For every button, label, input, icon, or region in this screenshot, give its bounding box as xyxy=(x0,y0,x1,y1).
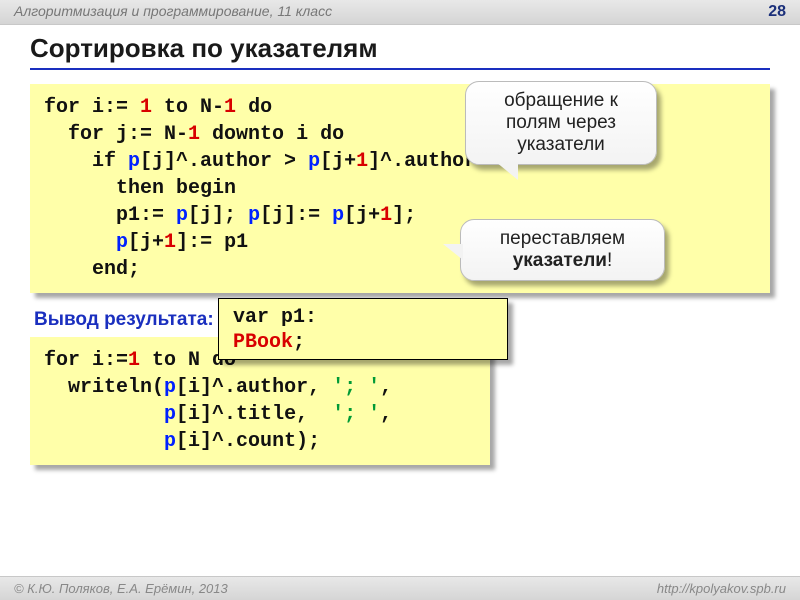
code-text: [j+ xyxy=(344,204,380,227)
code-text: ]; xyxy=(392,204,416,227)
code-text: writeln( xyxy=(44,376,164,399)
code-number: 1 xyxy=(128,349,140,372)
code-text: ]^.author xyxy=(368,150,476,173)
callout-text: полям через xyxy=(506,112,616,133)
page-number: 28 xyxy=(768,3,786,21)
code-ident: p xyxy=(164,376,176,399)
code-number: 1 xyxy=(188,123,200,146)
code-text xyxy=(44,403,164,426)
code-ident: p xyxy=(308,150,320,173)
code-text: [j]^.author > xyxy=(140,150,308,173)
code-text: downto i do xyxy=(200,123,344,146)
header-bar: Алгоритмизация и программирование, 11 кл… xyxy=(0,0,800,25)
footer-bar: © К.Ю. Поляков, Е.А. Ерёмин, 2013 http:/… xyxy=(0,576,800,600)
code-number: 1 xyxy=(224,96,236,119)
code-ident: p xyxy=(164,430,176,453)
code-ident: p xyxy=(248,204,260,227)
code-number: 1 xyxy=(164,231,176,254)
footer-url: http://kpolyakov.spb.ru xyxy=(657,581,786,596)
code-text: , xyxy=(380,376,392,399)
code-text: p1:= xyxy=(44,204,176,227)
course-label: Алгоритмизация и программирование, 11 кл… xyxy=(14,3,332,21)
code-number: 1 xyxy=(140,96,152,119)
code-text: for i:= xyxy=(44,96,140,119)
code-number: 1 xyxy=(380,204,392,227)
callout-text-bold: указатели xyxy=(513,250,607,271)
code-text: [j]:= xyxy=(260,204,332,227)
callout-text: указатели xyxy=(517,134,605,155)
copyright: © К.Ю. Поляков, Е.А. Ерёмин, 2013 xyxy=(14,581,228,596)
code-text: [i]^.title, xyxy=(176,403,332,426)
code-text: ]:= p1 xyxy=(176,231,248,254)
code-string: '; ' xyxy=(332,376,380,399)
code-text: , xyxy=(380,403,392,426)
code-text: end; xyxy=(44,258,140,281)
code-text: if xyxy=(44,150,128,173)
code-text: then begin xyxy=(44,177,236,200)
code-number: 1 xyxy=(356,150,368,173)
code-ident: p xyxy=(332,204,344,227)
code-text: var xyxy=(233,306,281,329)
code-type: PBook xyxy=(233,331,293,354)
code-string: '; ' xyxy=(332,403,380,426)
code-ident: p xyxy=(176,204,188,227)
code-text xyxy=(44,231,116,254)
callout-field-access: обращение к полям через указатели xyxy=(465,81,657,165)
callout-text: обращение к xyxy=(504,90,618,111)
code-text: [j+ xyxy=(320,150,356,173)
code-text: [i]^.author, xyxy=(176,376,332,399)
page-title: Сортировка по указателям xyxy=(30,33,770,70)
code-text: ; xyxy=(293,331,305,354)
code-box-var: var p1: PBook; xyxy=(218,298,508,360)
code-text: do xyxy=(236,96,272,119)
code-text: p1: xyxy=(281,306,317,329)
code-text: for i:= xyxy=(44,349,128,372)
code-text: to N- xyxy=(152,96,224,119)
code-text xyxy=(44,430,164,453)
callout-text: переставляем xyxy=(500,228,625,249)
code-ident: p xyxy=(116,231,128,254)
code-text: [i]^.count); xyxy=(176,430,320,453)
code-text: for j:= N- xyxy=(44,123,188,146)
code-ident: p xyxy=(128,150,140,173)
code-text: [j]; xyxy=(188,204,248,227)
code-ident: p xyxy=(164,403,176,426)
code-text: [j+ xyxy=(128,231,164,254)
callout-swap-pointers: переставляем указатели! xyxy=(460,219,665,281)
callout-text: ! xyxy=(607,250,612,271)
